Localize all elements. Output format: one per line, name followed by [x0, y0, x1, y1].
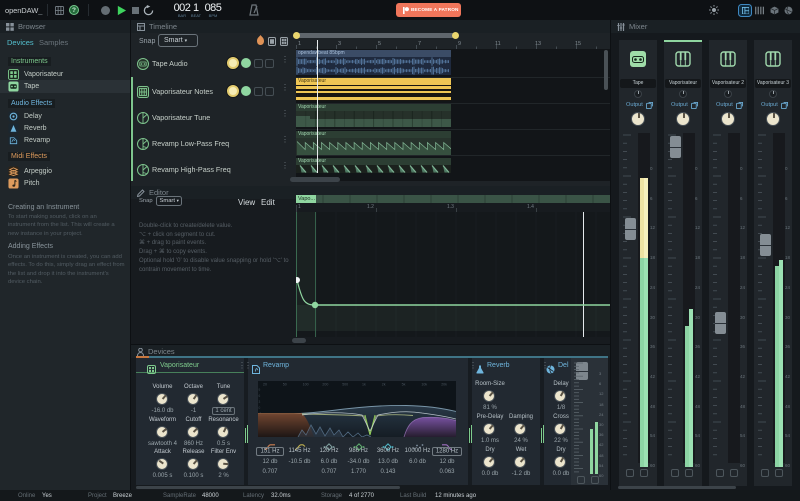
svg-text:1k: 1k — [362, 383, 366, 387]
svg-text:9: 9 — [259, 388, 261, 392]
svg-text:20: 20 — [263, 383, 267, 387]
svg-text:3: 3 — [259, 400, 261, 404]
svg-text:20k: 20k — [441, 383, 447, 387]
svg-text:100: 100 — [303, 383, 309, 387]
svg-text:0: 0 — [259, 406, 261, 410]
svg-text:50: 50 — [283, 383, 287, 387]
svg-text:10k: 10k — [421, 383, 427, 387]
svg-text:5k: 5k — [402, 383, 406, 387]
svg-text:2k: 2k — [382, 383, 386, 387]
svg-text:200: 200 — [322, 383, 328, 387]
svg-text:500: 500 — [342, 383, 348, 387]
svg-text:6: 6 — [259, 394, 261, 398]
